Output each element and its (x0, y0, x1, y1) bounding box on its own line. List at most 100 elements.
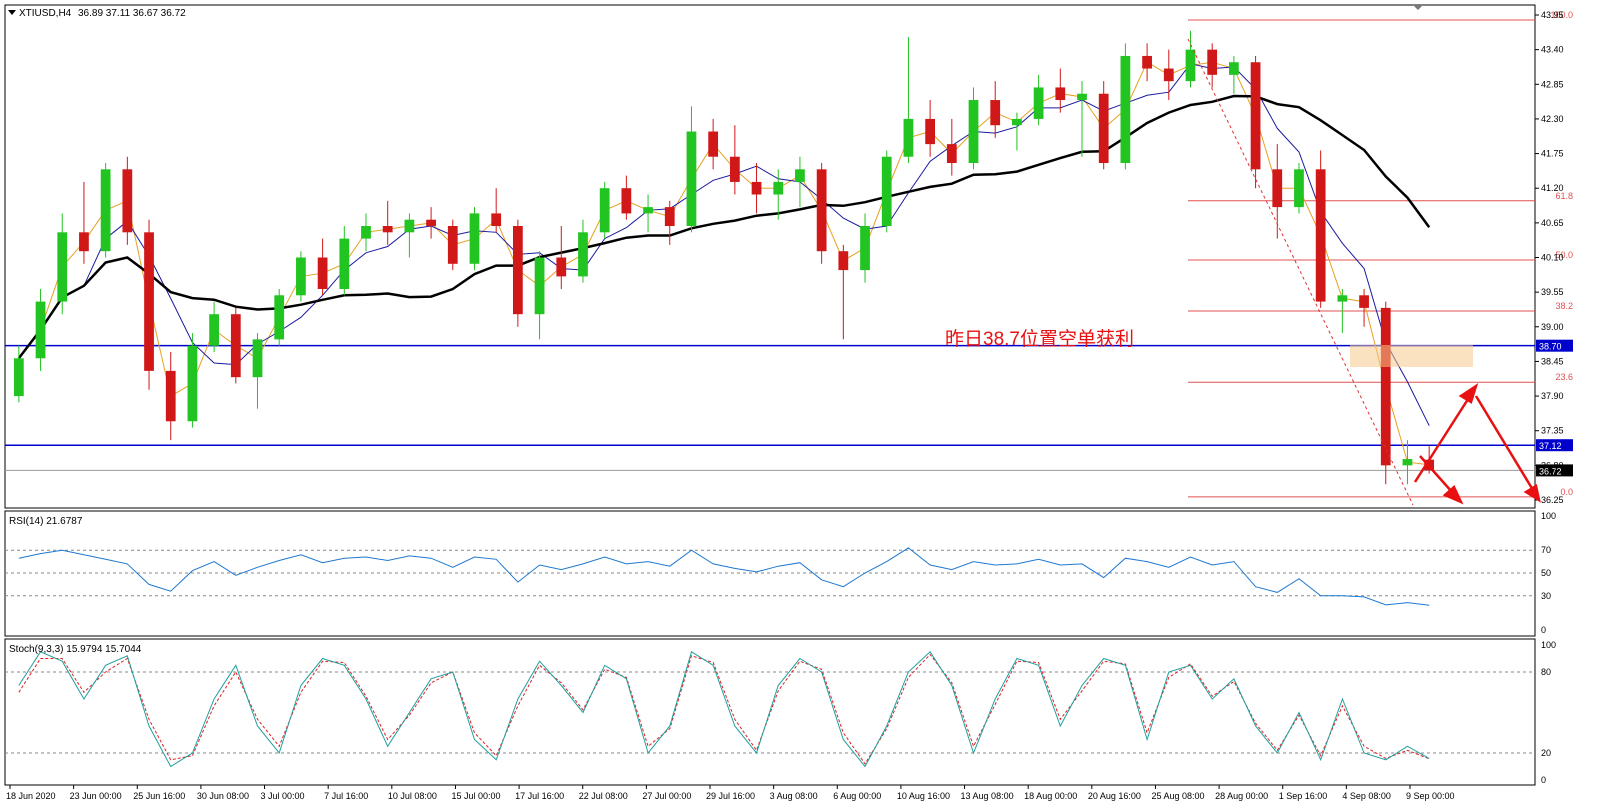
candle-body (664, 207, 675, 227)
candle-body (578, 232, 588, 277)
time-tick-label: 27 Jul 00:00 (642, 791, 691, 801)
time-tick-label: 25 Aug 08:00 (1151, 791, 1204, 801)
candle-body (1163, 68, 1174, 82)
price-pane (4, 4, 1536, 509)
candle-body (968, 100, 979, 164)
candle-body (165, 370, 176, 422)
candle-body (1402, 459, 1413, 466)
candle-body (1207, 49, 1218, 75)
candle-body (426, 219, 436, 227)
candle-body (491, 213, 502, 227)
candle-body (144, 232, 154, 371)
candle-body (339, 238, 350, 289)
candle-body (100, 169, 111, 252)
price-tick-label: 38.45 (1541, 356, 1564, 366)
time-tick-label: 7 Jul 16:00 (324, 791, 368, 801)
candle-body (1055, 87, 1066, 101)
stoch-tick-label: 20 (1541, 748, 1551, 758)
price-tick-label: 42.85 (1541, 79, 1564, 89)
candle-body (404, 219, 415, 233)
candle-body (1142, 55, 1152, 69)
candle-body (621, 188, 632, 214)
price-tick-label: 39.55 (1541, 287, 1564, 297)
candle-body (1294, 169, 1304, 208)
candle-body (1250, 62, 1261, 170)
time-tick-label: 15 Jul 00:00 (451, 791, 500, 801)
time-tick-label: 20 Aug 16:00 (1088, 791, 1141, 801)
candle-body (1359, 295, 1369, 308)
candle-body (361, 226, 371, 239)
rsi-tick-label: 0 (1541, 625, 1546, 635)
price-tick-label: 40.65 (1541, 218, 1564, 228)
price-tick-label: 36.80 (1541, 460, 1564, 470)
candle-body (556, 257, 567, 277)
time-tick-label: 30 Jun 08:00 (197, 791, 249, 801)
level-price-tag-text: 38.70 (1539, 342, 1562, 352)
candle-body (57, 232, 68, 302)
candle-body (903, 118, 914, 157)
time-tick-label: 3 Jul 00:00 (261, 791, 305, 801)
time-tick-label: 4 Sep 08:00 (1342, 791, 1391, 801)
time-tick-label: 22 Jul 08:00 (579, 791, 628, 801)
time-tick-label: 10 Jul 08:00 (388, 791, 437, 801)
candle-body (1033, 87, 1044, 119)
candle-body (881, 156, 892, 227)
rsi-tick-label: 70 (1541, 545, 1551, 555)
candle-body (317, 257, 328, 289)
candle-body (230, 314, 241, 378)
price-tick-label: 43.40 (1541, 45, 1564, 55)
rsi-label: RSI(14) 21.6787 (9, 516, 83, 527)
candle-body (447, 226, 458, 264)
rsi-tick-label: 30 (1541, 591, 1551, 601)
candle-body (838, 251, 849, 271)
fib-level-label: 23.6 (1555, 372, 1573, 382)
candle-body (35, 301, 46, 359)
time-tick-label: 25 Jun 16:00 (133, 791, 185, 801)
candle-body (209, 314, 220, 346)
candle-body (1120, 55, 1131, 164)
price-tick-label: 37.35 (1541, 426, 1564, 436)
stoch-label: Stoch(9,3,3) 15.9794 15.7044 (9, 644, 142, 655)
candle-body (512, 226, 523, 315)
time-tick-label: 3 Aug 08:00 (770, 791, 818, 801)
symbol-header: XTIUSD,H4 (19, 8, 72, 19)
candle-body (187, 345, 198, 422)
candle-body (13, 358, 24, 397)
candle-body (469, 213, 480, 264)
candle-body (816, 169, 827, 252)
time-tick-label: 17 Jul 16:00 (515, 791, 564, 801)
candle-body (773, 181, 784, 195)
candle-body (686, 131, 697, 227)
candle-body (1272, 169, 1283, 208)
price-tick-label: 41.75 (1541, 149, 1564, 159)
stoch-tick-label: 100 (1541, 640, 1556, 650)
time-tick-label: 28 Aug 00:00 (1215, 791, 1268, 801)
candle-body (79, 232, 89, 252)
candle-body (946, 144, 957, 164)
rsi-tick-label: 50 (1541, 568, 1551, 578)
price-tick-label: 40.10 (1541, 253, 1564, 263)
ohlc-header: 36.89 37.11 36.67 36.72 (78, 8, 186, 19)
time-tick-label: 18 Aug 00:00 (1024, 791, 1077, 801)
time-tick-label: 23 Jun 00:00 (70, 791, 122, 801)
stoch-tick-label: 80 (1541, 667, 1551, 677)
time-tick-label: 13 Aug 08:00 (961, 791, 1014, 801)
annotation-text: 昨日38.7位置空单获利 (945, 328, 1134, 350)
price-tick-label: 36.25 (1541, 495, 1564, 505)
price-tick-label: 42.30 (1541, 114, 1564, 124)
candle-body (599, 188, 610, 233)
candle-body (1077, 93, 1087, 101)
candle-body (1228, 62, 1239, 75)
candle-body (122, 169, 133, 233)
candle-body (729, 156, 740, 182)
highlight-zone (1350, 345, 1473, 367)
price-tick-label: 41.20 (1541, 183, 1564, 193)
candle-body (1315, 169, 1326, 302)
candle-body (643, 207, 653, 214)
candle-body (795, 169, 805, 182)
candle-body (274, 295, 285, 340)
candle-body (860, 226, 870, 271)
trading-chart: 100.061.850.038.223.60.0 38.7037.1236.72… (4, 4, 1573, 801)
time-tick-label: 9 Sep 00:00 (1406, 791, 1455, 801)
time-tick-label: 6 Aug 00:00 (833, 791, 881, 801)
